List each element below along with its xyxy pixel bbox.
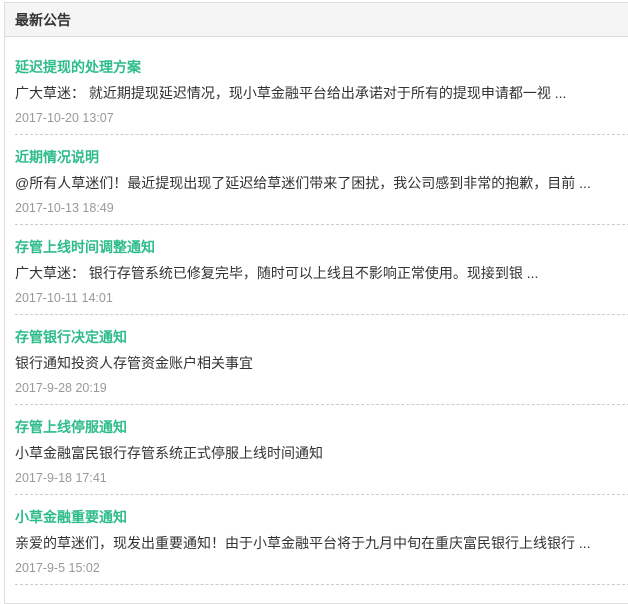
announcements-panel: 最新公告 延迟提现的处理方案 广大草迷： 就近期提现延迟情况，现小草金融平台给出… <box>4 2 628 604</box>
announcement-date: 2017-9-28 20:19 <box>15 381 107 395</box>
announcement-item[interactable]: 存管上线停服通知 小草金融富民银行存管系统正式停服上线时间通知 2017-9-1… <box>15 405 628 495</box>
panel-header: 最新公告 <box>5 3 628 37</box>
announcement-date: 2017-9-18 17:41 <box>15 471 107 485</box>
announcement-summary: 广大草迷： 就近期提现延迟情况，现小草金融平台给出承诺对于所有的提现申请都一视 … <box>15 85 567 101</box>
announcement-summary: 小草金融富民银行存管系统正式停服上线时间通知 <box>15 445 323 461</box>
announcement-date: 2017-10-13 18:49 <box>15 201 114 215</box>
announcement-item[interactable]: 存管上线时间调整通知 广大草迷： 银行存管系统已修复完毕，随时可以上线且不影响正… <box>15 225 628 315</box>
announcement-title-link[interactable]: 存管银行决定通知 <box>15 327 127 347</box>
announcement-summary: 银行通知投资人存管资金账户相关事宜 <box>15 355 253 371</box>
announcement-date: 2017-10-11 14:01 <box>15 291 113 305</box>
announcement-item[interactable]: 延迟提现的处理方案 广大草迷： 就近期提现延迟情况，现小草金融平台给出承诺对于所… <box>15 45 628 135</box>
panel-title: 最新公告 <box>15 11 71 28</box>
announcement-date: 2017-10-20 13:07 <box>15 111 114 125</box>
announcement-title-link[interactable]: 存管上线时间调整通知 <box>15 237 155 257</box>
announcement-summary: @所有人草迷们！最近提现出现了延迟给草迷们带来了困扰，我公司感到非常的抱歉，目前… <box>15 175 591 191</box>
announcement-title-link[interactable]: 延迟提现的处理方案 <box>15 57 141 77</box>
announcement-summary: 亲爱的草迷们，现发出重要通知！由于小草金融平台将于九月中旬在重庆富民银行上线银行… <box>15 535 591 551</box>
announcement-item[interactable]: 近期情况说明 @所有人草迷们！最近提现出现了延迟给草迷们带来了困扰，我公司感到非… <box>15 135 628 225</box>
announcement-title-link[interactable]: 小草金融重要通知 <box>15 507 127 527</box>
announcement-title-link[interactable]: 近期情况说明 <box>15 147 99 167</box>
announcement-summary: 广大草迷： 银行存管系统已修复完毕，随时可以上线且不影响正常使用。现接到银 ..… <box>15 265 539 281</box>
announcement-item[interactable]: 存管银行决定通知 银行通知投资人存管资金账户相关事宜 2017-9-28 20:… <box>15 315 628 405</box>
announcement-list: 延迟提现的处理方案 广大草迷： 就近期提现延迟情况，现小草金融平台给出承诺对于所… <box>5 45 628 585</box>
announcement-title-link[interactable]: 存管上线停服通知 <box>15 417 127 437</box>
announcement-item[interactable]: 小草金融重要通知 亲爱的草迷们，现发出重要通知！由于小草金融平台将于九月中旬在重… <box>15 495 628 585</box>
announcement-date: 2017-9-5 15:02 <box>15 561 100 575</box>
